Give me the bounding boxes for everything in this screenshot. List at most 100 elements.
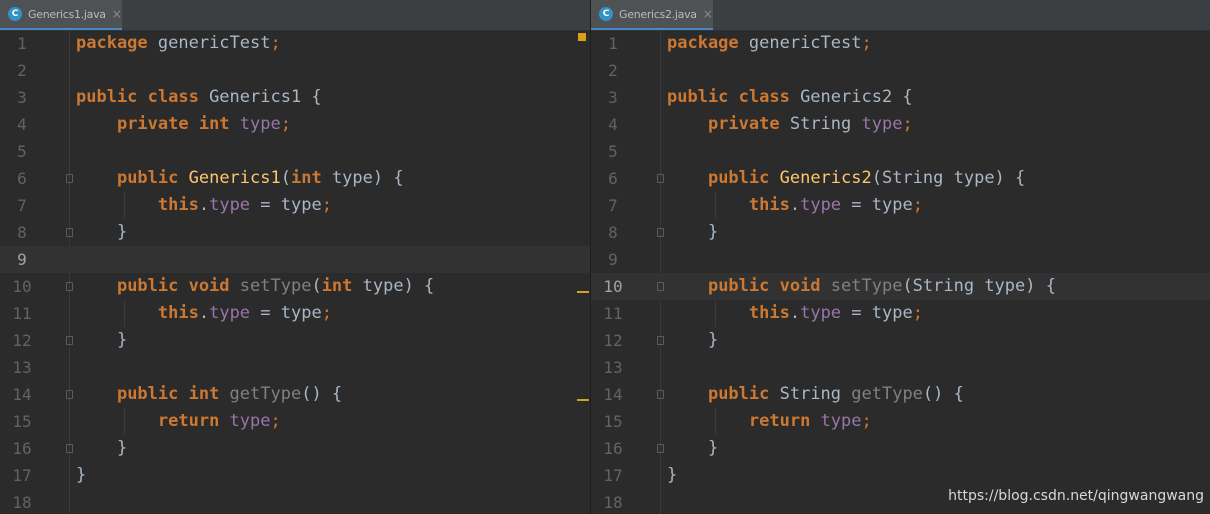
line-number[interactable]: 16 [0, 435, 44, 462]
fold-collapse-icon[interactable] [66, 282, 73, 291]
line-number[interactable]: 17 [591, 462, 635, 489]
code-line[interactable]: 10 public void setType(String type) { [591, 273, 1210, 300]
line-number[interactable]: 8 [0, 219, 44, 246]
line-number[interactable]: 17 [0, 462, 44, 489]
line-number[interactable]: 5 [591, 138, 635, 165]
code-token: String [789, 114, 862, 134]
code-editor[interactable]: 1 package genericTest; 2 3 public class Gene… [0, 30, 590, 514]
tab-generics1-java[interactable]: C Generics1.java × [0, 0, 122, 30]
code-line[interactable]: 8 } [591, 219, 1210, 246]
line-number[interactable]: 8 [591, 219, 635, 246]
code-line[interactable]: 12 } [0, 327, 590, 354]
code-line[interactable]: 1 package genericTest; [0, 30, 590, 57]
code-line[interactable]: 5 [0, 138, 590, 165]
diff-line-marker-14[interactable] [577, 399, 589, 401]
code-line[interactable]: 16 } [0, 435, 590, 462]
line-number[interactable]: 9 [0, 246, 44, 273]
line-number[interactable]: 1 [591, 30, 635, 57]
line-number[interactable]: 4 [0, 111, 44, 138]
line-number[interactable]: 18 [591, 489, 635, 514]
code-line[interactable]: 3 public class Generics2 { [591, 84, 1210, 111]
code-line[interactable]: 6 public Generics1(int type) { [0, 165, 590, 192]
fold-collapse-icon[interactable] [66, 390, 73, 399]
code-line[interactable]: 17} [591, 462, 1210, 489]
fold-collapse-icon[interactable] [66, 174, 73, 183]
fold-end-icon[interactable] [657, 444, 664, 453]
code-line[interactable]: 1 package genericTest; [591, 30, 1210, 57]
code-line[interactable]: 18 [0, 489, 590, 514]
code-line[interactable]: 14 public String getType() { [591, 381, 1210, 408]
line-number[interactable]: 7 [591, 192, 635, 219]
line-number[interactable]: 4 [591, 111, 635, 138]
fold-end-icon[interactable] [66, 444, 73, 453]
code-text: public void setType(int type) { [76, 273, 434, 300]
code-line[interactable]: 15 return type; [0, 408, 590, 435]
code-line[interactable]: 6 public Generics2(String type) { [591, 165, 1210, 192]
code-line[interactable]: 10 public void setType(int type) { [0, 273, 590, 300]
line-number[interactable]: 1 [0, 30, 44, 57]
line-number[interactable]: 2 [591, 57, 635, 84]
code-line[interactable]: 16 } [591, 435, 1210, 462]
tab-generics2-java[interactable]: C Generics2.java × [591, 0, 713, 30]
diff-marker-icon[interactable] [578, 33, 586, 41]
code-line[interactable]: 3 public class Generics1 { [0, 84, 590, 111]
code-line[interactable]: 14 public int getType() { [0, 381, 590, 408]
code-line[interactable]: 4 private String type; [591, 111, 1210, 138]
line-number[interactable]: 15 [591, 408, 635, 435]
fold-end-icon[interactable] [657, 336, 664, 345]
code-line[interactable]: 13 [591, 354, 1210, 381]
code-line[interactable]: 9 [591, 246, 1210, 273]
code-token: this [157, 195, 199, 215]
diff-line-marker-10[interactable] [577, 291, 589, 293]
code-editor[interactable]: 1 package genericTest; 2 3 public class Gene… [591, 30, 1210, 514]
fold-end-icon[interactable] [657, 228, 664, 237]
close-tab-icon[interactable]: × [703, 7, 713, 21]
code-line[interactable]: 15 return type; [591, 408, 1210, 435]
line-number[interactable]: 15 [0, 408, 44, 435]
code-line[interactable]: 17} [0, 462, 590, 489]
line-number[interactable]: 3 [591, 84, 635, 111]
line-number[interactable]: 14 [591, 381, 635, 408]
fold-collapse-icon[interactable] [657, 390, 664, 399]
code-line[interactable]: 2 [0, 57, 590, 84]
close-tab-icon[interactable]: × [112, 7, 122, 21]
line-number[interactable]: 18 [0, 489, 44, 514]
line-number[interactable]: 3 [0, 84, 44, 111]
code-token: } [667, 222, 719, 242]
code-line[interactable]: 7 this.type = type; [591, 192, 1210, 219]
line-number[interactable]: 2 [0, 57, 44, 84]
code-line[interactable]: 4 private int type; [0, 111, 590, 138]
line-number[interactable]: 11 [0, 300, 44, 327]
code-line[interactable]: 13 [0, 354, 590, 381]
fold-end-icon[interactable] [66, 228, 73, 237]
fold-collapse-icon[interactable] [657, 282, 664, 291]
code-text: package genericTest; [667, 30, 872, 57]
line-number[interactable]: 6 [0, 165, 44, 192]
line-number[interactable]: 16 [591, 435, 635, 462]
code-token: (String type) { [902, 276, 1056, 296]
line-number[interactable]: 13 [591, 354, 635, 381]
fold-end-icon[interactable] [66, 336, 73, 345]
line-number[interactable]: 7 [0, 192, 44, 219]
line-number[interactable]: 12 [591, 327, 635, 354]
code-line[interactable]: 9 [0, 246, 590, 273]
code-token: ; [280, 114, 291, 134]
line-number[interactable]: 10 [0, 273, 44, 300]
code-line[interactable]: 11 this.type = type; [0, 300, 590, 327]
line-number[interactable]: 14 [0, 381, 44, 408]
line-number[interactable]: 13 [0, 354, 44, 381]
code-line[interactable]: 12 } [591, 327, 1210, 354]
code-line[interactable]: 11 this.type = type; [591, 300, 1210, 327]
line-number[interactable]: 12 [0, 327, 44, 354]
line-number[interactable]: 11 [591, 300, 635, 327]
fold-collapse-icon[interactable] [657, 174, 664, 183]
line-number[interactable]: 5 [0, 138, 44, 165]
line-number[interactable]: 10 [591, 273, 635, 300]
code-line[interactable]: 2 [591, 57, 1210, 84]
code-line[interactable]: 5 [591, 138, 1210, 165]
line-number[interactable]: 6 [591, 165, 635, 192]
code-line[interactable]: 8 } [0, 219, 590, 246]
line-number[interactable]: 9 [591, 246, 635, 273]
code-line[interactable]: 7 this.type = type; [0, 192, 590, 219]
